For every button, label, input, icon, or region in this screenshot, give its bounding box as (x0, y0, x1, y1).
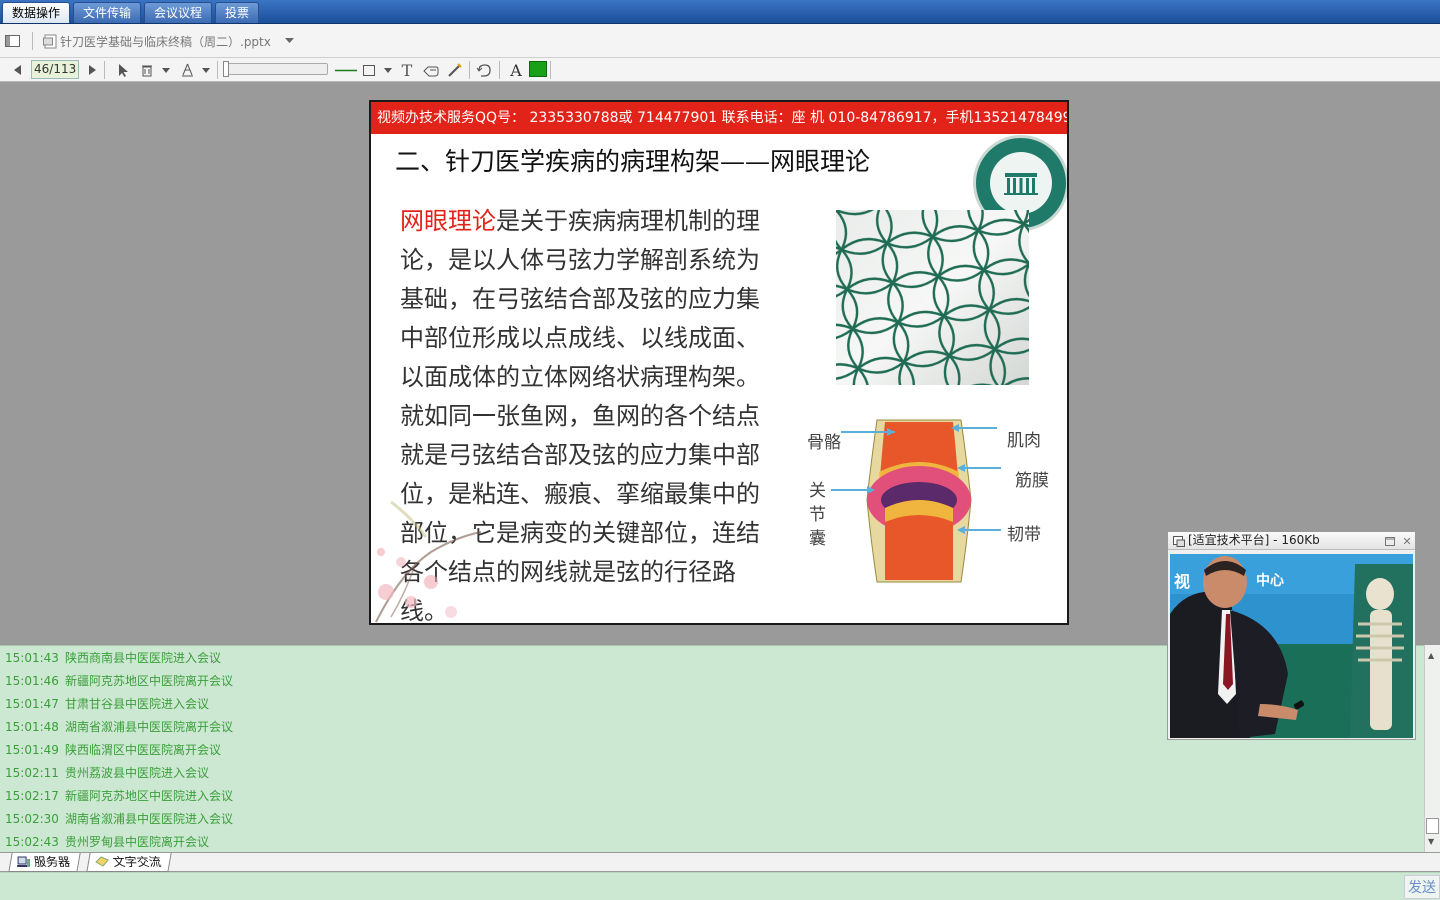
pointer-icon[interactable] (116, 62, 130, 78)
video-overlay-text: 中心 (1256, 573, 1284, 589)
fishing-net-image (836, 210, 1029, 385)
prev-page-icon[interactable] (12, 64, 22, 76)
video-window[interactable]: [适宜技术平台] - 160Kb ✕ 视 中心 (1167, 531, 1416, 740)
bottom-tab-bar: 服务器 文字交流 (0, 852, 1440, 872)
video-overlay-text: 视 (1174, 572, 1191, 591)
marker-icon[interactable] (445, 61, 463, 79)
next-page-icon[interactable] (87, 64, 97, 76)
message-input[interactable] (0, 872, 1440, 900)
line-width-slider[interactable] (224, 63, 328, 75)
label-capsule-2: 节 (809, 505, 826, 525)
video-window-icon (1173, 536, 1185, 547)
chat-message: 15:02:43 贵州罗甸县中医院离开会议 (5, 835, 210, 849)
chat-message: 15:01:48 湖南省溆浦县中医医院离开会议 (5, 720, 234, 734)
slide-title: 二、针刀医学疾病的病理构架——网眼理论 (395, 147, 871, 176)
tab-data-operation[interactable]: 数据操作 (2, 2, 71, 23)
close-icon[interactable]: ✕ (1401, 534, 1413, 548)
highlight-term: 网眼理论 (400, 207, 496, 235)
chevron-down-icon[interactable] (383, 66, 392, 74)
top-tab-bar: 数据操作 文件传输 会议议程 投票 (0, 0, 1440, 24)
label-muscle: 肌肉 (1007, 431, 1041, 451)
tab-server[interactable]: 服务器 (8, 853, 81, 872)
tab-text-chat[interactable]: 文字交流 (86, 853, 172, 872)
scroll-up-icon[interactable]: ▲ (1428, 651, 1434, 660)
sidebar-toggle-icon[interactable] (4, 34, 20, 48)
tab-vote[interactable]: 投票 (215, 2, 260, 23)
label-capsule-1: 关 (809, 481, 826, 501)
server-icon (17, 856, 31, 867)
slide-banner: 视频办技术服务QQ号： 2335330788或 714477901 联系电话：座… (371, 102, 1067, 134)
chat-message: 15:02:30 湖南省溆浦县中医医院进入会议 (5, 812, 234, 826)
chat-message: 15:01:43 陕西商南县中医医院进入会议 (5, 651, 222, 665)
video-feed: 视 中心 (1170, 554, 1413, 738)
eraser-icon[interactable] (140, 62, 154, 78)
chat-message: 15:02:17 新疆阿克苏地区中医院进入会议 (5, 789, 234, 803)
label-bone: 骨骼 (807, 433, 841, 453)
line-icon[interactable] (334, 62, 358, 78)
annotation-toolbar: 46/113 T A (0, 58, 1440, 82)
scroll-down-icon[interactable]: ▼ (1428, 837, 1434, 846)
tab-meeting-agenda[interactable]: 会议议程 (144, 2, 213, 23)
rectangle-icon[interactable] (362, 63, 376, 77)
chat-message: 15:01:47 甘肃甘谷县中医院进入会议 (5, 697, 210, 711)
tab-file-transfer[interactable]: 文件传输 (73, 2, 142, 23)
document-filename: 针刀医学基础与临床终稿（周二）.pptx (60, 35, 271, 49)
color-swatch[interactable] (529, 61, 547, 77)
blossom-decoration (375, 500, 482, 623)
font-color-icon[interactable]: A (507, 60, 525, 80)
send-button[interactable]: 发送 (1404, 875, 1440, 899)
page-number-input[interactable]: 46/113 (31, 60, 79, 79)
text-icon[interactable]: T (399, 60, 415, 80)
scrollbar-thumb[interactable] (1426, 818, 1439, 834)
label-fascia: 筋膜 (1015, 471, 1049, 491)
video-title: [适宜技术平台] - 160Kb (1168, 532, 1415, 550)
document-toolbar: 针刀医学基础与临床终稿（周二）.pptx (0, 24, 1440, 58)
chat-message: 15:01:46 新疆阿克苏地区中医院离开会议 (5, 674, 234, 688)
pen-icon[interactable] (180, 62, 194, 78)
chat-message: 15:01:49 陕西临渭区中医医院离开会议 (5, 743, 222, 757)
undo-icon[interactable] (475, 61, 493, 79)
chat-icon (95, 856, 109, 867)
chevron-down-icon[interactable] (284, 36, 294, 46)
hand-icon[interactable] (421, 61, 439, 79)
label-capsule-3: 囊 (809, 529, 826, 549)
slider-thumb[interactable] (223, 61, 229, 77)
chat-scrollbar[interactable]: ▲ ▼ (1424, 645, 1440, 852)
joint-diagram: 骨骼 肌肉 筋膜 关 节 囊 韧带 (801, 412, 1067, 587)
document-icon (42, 33, 58, 49)
chat-message: 15:02:11 贵州荔波县中医院进入会议 (5, 766, 210, 780)
chevron-down-icon[interactable] (161, 66, 170, 74)
maximize-icon[interactable] (1384, 535, 1396, 547)
label-ligament: 韧带 (1007, 525, 1041, 545)
chevron-down-icon[interactable] (201, 66, 210, 74)
presentation-slide: 视频办技术服务QQ号： 2335330788或 714477901 联系电话：座… (369, 100, 1069, 625)
